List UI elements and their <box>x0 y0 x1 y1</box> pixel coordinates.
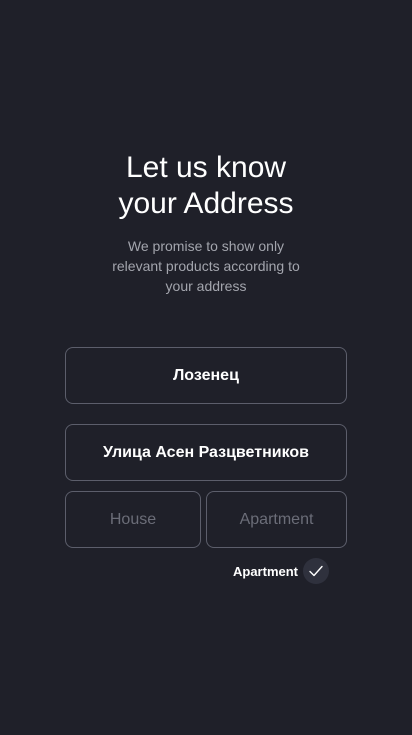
house-field[interactable] <box>65 491 201 548</box>
subtitle-line-1: We promise to show only <box>127 238 285 254</box>
page-title: Let us know your Address <box>0 150 412 222</box>
apartment-field[interactable] <box>206 491 347 548</box>
address-screen: Let us know your Address We promise to s… <box>0 0 412 735</box>
apartment-checkbox[interactable] <box>303 558 329 584</box>
apartment-toggle[interactable]: Apartment <box>226 557 336 585</box>
district-field[interactable] <box>65 347 347 404</box>
page-title-line-1: Let us know <box>125 151 287 184</box>
check-icon <box>309 565 323 577</box>
apartment-toggle-label: Apartment <box>233 563 299 579</box>
page-title-line-2: your Address <box>118 187 294 220</box>
page-subtitle: We promise to show only relevant product… <box>100 236 312 296</box>
street-field[interactable] <box>65 424 347 481</box>
subtitle-line-3: your address <box>165 278 247 294</box>
subtitle-line-2: relevant products according to <box>112 258 300 274</box>
